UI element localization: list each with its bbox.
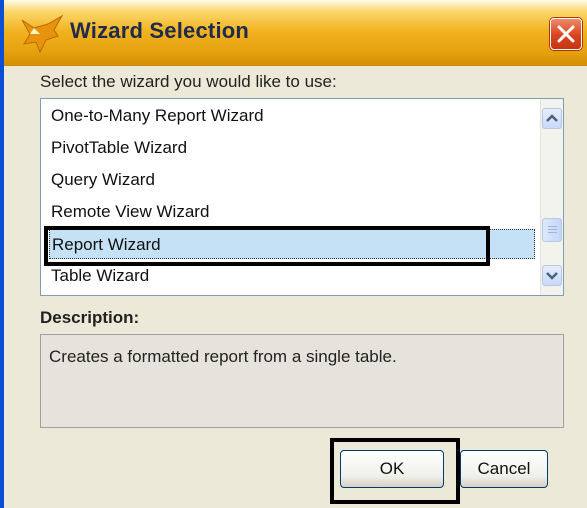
wizard-list[interactable]: One-to-Many Report Wizard PivotTable Wiz… [40,98,564,296]
scroll-down-button[interactable] [542,265,562,286]
scroll-thumb[interactable] [542,218,562,242]
close-button[interactable] [550,18,582,50]
chevron-down-icon [546,272,558,280]
list-item-query-wizard[interactable]: Query Wizard [49,165,535,195]
grip-line-icon [548,229,557,230]
fox-icon [21,14,64,54]
wizard-prompt-label: Select the wizard you would like to use: [40,72,337,91]
list-scrollbar[interactable] [540,99,563,295]
chevron-up-icon [546,114,558,122]
wizard-selection-dialog: Wizard Selection Select the wizard you w… [0,0,587,508]
list-item-report-wizard[interactable]: Report Wizard [49,229,535,259]
description-box: Creates a formatted report from a single… [40,334,564,428]
close-icon [557,25,575,43]
description-label: Description: [40,308,140,327]
grip-line-icon [548,226,557,227]
ok-button[interactable]: OK [340,450,444,488]
window-title: Wizard Selection [70,18,250,43]
cancel-button[interactable]: Cancel [460,450,548,488]
list-item-pivottable-wizard[interactable]: PivotTable Wizard [49,133,535,163]
scroll-up-button[interactable] [542,108,562,129]
grip-line-icon [548,232,557,233]
list-item-one-to-many-report-wizard[interactable]: One-to-Many Report Wizard [49,101,535,131]
description-text: Creates a formatted report from a single… [49,347,397,366]
list-item-remote-view-wizard[interactable]: Remote View Wizard [49,197,535,227]
list-item-table-wizard[interactable]: Table Wizard [49,261,535,291]
title-bar[interactable]: Wizard Selection [4,0,587,66]
